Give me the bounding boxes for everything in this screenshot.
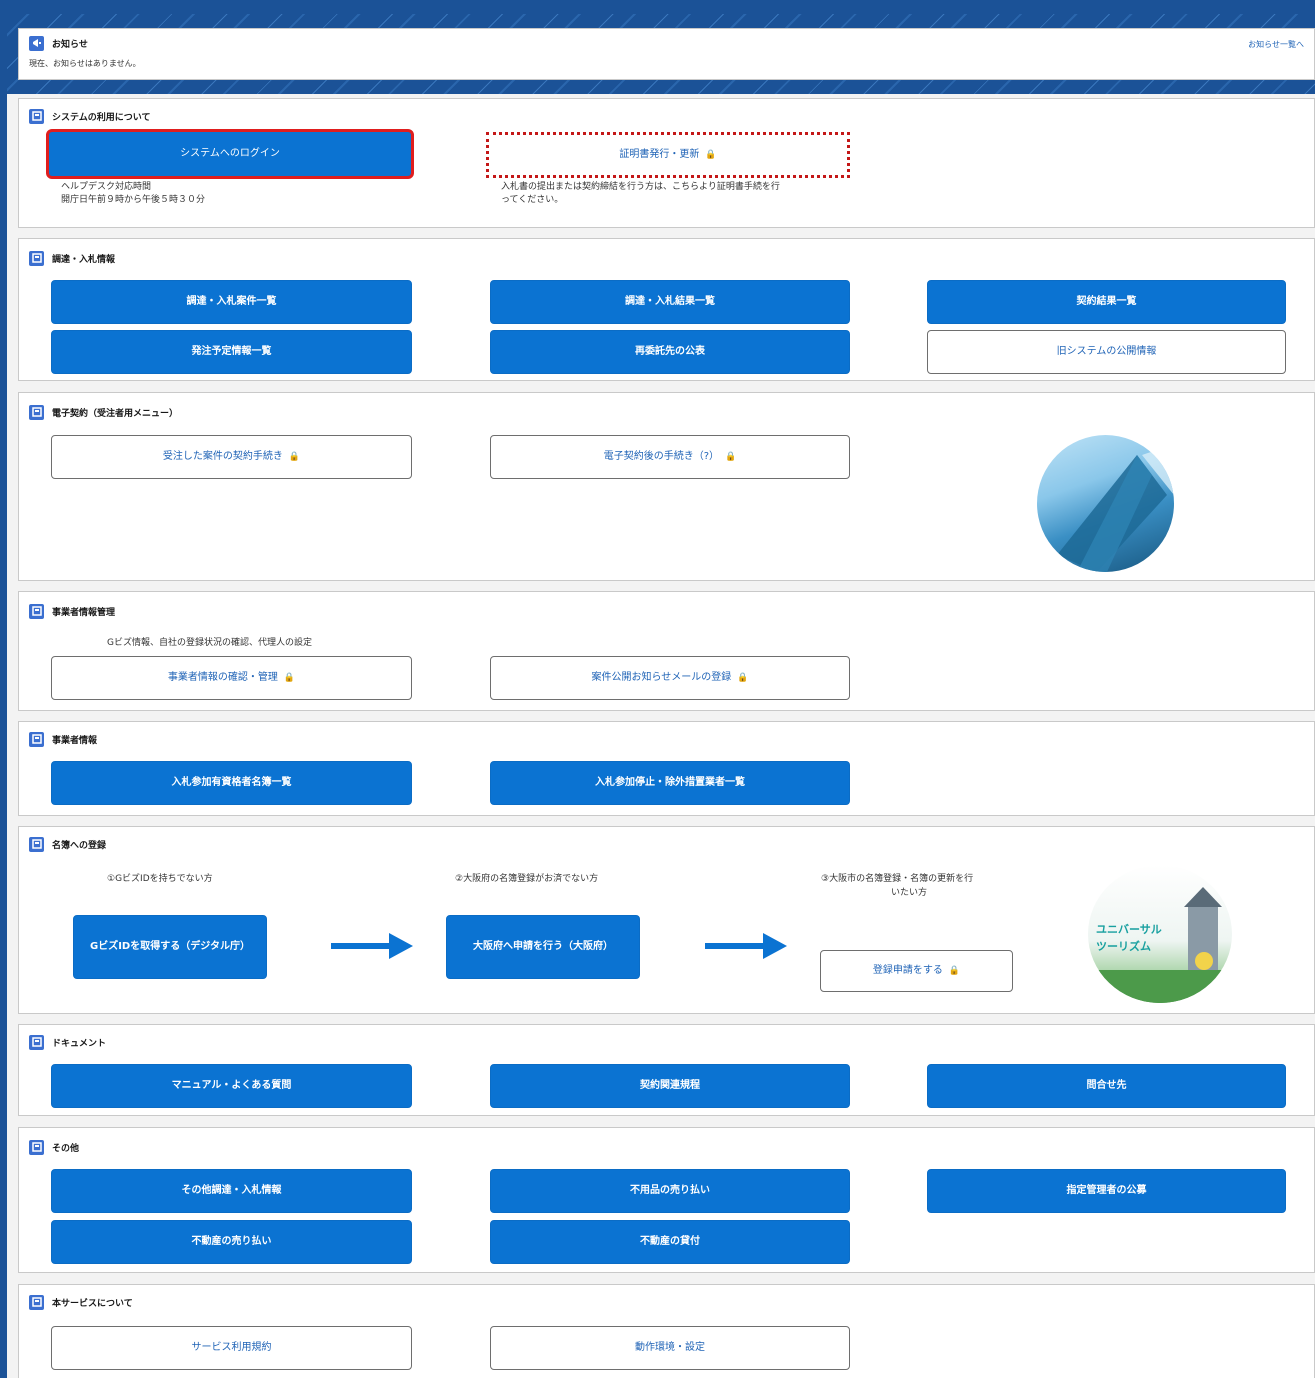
real-estate-lease-button[interactable]: 不動産の貸付 (490, 1220, 850, 1264)
section-icon (29, 1139, 44, 1155)
terms-of-service-button[interactable]: サービス利用規約 (51, 1326, 412, 1370)
section-icon (29, 250, 44, 266)
environment-settings-button[interactable]: 動作環境・設定 (490, 1326, 850, 1370)
section-system-header: システムの利用について (29, 108, 150, 124)
step2-label: ②大阪府の名簿登録がお済でない方 (455, 874, 599, 884)
notice-mail-register-button[interactable]: 案件公開お知らせメールの登録 🔒 (490, 656, 850, 700)
suspended-bidders-button[interactable]: 入札参加停止・除外措置業者一覧 (490, 761, 850, 805)
certificate-note-line1: 入札書の提出または契約締結を行う方は、こちらより証明書手続を行 (501, 182, 780, 192)
notice-card: お知らせ 現在、お知らせはありません。 お知らせ一覧へ (18, 28, 1315, 80)
step3-label-line1: ③大阪市の名簿登録・名簿の更新を行 (821, 874, 974, 884)
business-management-description: Gビズ情報、自社の登録状況の確認、代理人の設定 (107, 638, 312, 648)
real-estate-sale-button[interactable]: 不動産の売り払い (51, 1220, 412, 1264)
arrow-right-icon (705, 933, 787, 959)
contract-rules-button[interactable]: 契約関連規程 (490, 1064, 850, 1108)
post-econtract-button[interactable]: 電子契約後の手続き（?） 🔒 (490, 435, 850, 479)
section-icon (29, 1294, 44, 1310)
building-photo (1037, 435, 1174, 572)
promo-text-line2: ツーリズム (1096, 940, 1151, 953)
section-procurement: 調達・入札情報 調達・入札案件一覧 調達・入札結果一覧 契約結果一覧 発注予定情… (18, 238, 1315, 381)
lock-icon: 🔒 (737, 672, 749, 683)
section-business-info-header: 事業者情報 (29, 731, 97, 747)
manual-faq-button[interactable]: マニュアル・よくある質問 (51, 1064, 412, 1108)
business-info-manage-label: 事業者情報の確認・管理 (167, 672, 278, 683)
section-procurement-title: 調達・入札情報 (52, 254, 116, 265)
step1-label: ①GビズIDを持ちでない方 (107, 874, 213, 884)
lock-icon: 🔒 (283, 672, 296, 683)
section-business-management-title: 事業者情報管理 (52, 607, 116, 618)
section-business-management-header: 事業者情報管理 (29, 603, 115, 619)
procurement-results-button[interactable]: 調達・入札結果一覧 (490, 280, 850, 324)
received-contract-label: 受注した案件の契約手続き (162, 451, 283, 462)
post-econtract-label: 電子契約後の手続き（?） (603, 451, 720, 462)
procurement-list-button[interactable]: 調達・入札案件一覧 (51, 280, 412, 324)
subcontract-disclosure-button[interactable]: 再委託先の公表 (490, 330, 850, 374)
contact-button[interactable]: 問合せ先 (927, 1064, 1286, 1108)
section-about-header: 本サービスについて (29, 1294, 133, 1310)
notice-list-link[interactable]: お知らせ一覧へ (1248, 39, 1304, 50)
other-procurement-button[interactable]: その他調達・入札情報 (51, 1169, 412, 1213)
section-others-header: その他 (29, 1139, 79, 1155)
designated-manager-button[interactable]: 指定管理者の公募 (927, 1169, 1286, 1213)
lock-icon: 🔒 (705, 149, 717, 160)
universal-tourism-image: ユニバーサル ツーリズム (1088, 865, 1232, 1003)
section-business-management: 事業者情報管理 Gビズ情報、自社の登録状況の確認、代理人の設定 事業者情報の確認… (18, 591, 1315, 711)
section-others: その他 その他調達・入札情報 不用品の売り払い 指定管理者の公募 不動産の売り払… (18, 1127, 1315, 1273)
section-others-title: その他 (52, 1143, 80, 1154)
lock-icon: 🔒 (288, 451, 301, 462)
qualified-bidders-button[interactable]: 入札参加有資格者名簿一覧 (51, 761, 412, 805)
section-system-title: システムの利用について (52, 112, 151, 123)
helpdesk-hours: 開庁日午前９時から午後５時３０分 (61, 195, 206, 205)
order-schedule-button[interactable]: 発注予定情報一覧 (51, 330, 412, 374)
registry-apply-button[interactable]: 登録申請をする 🔒 (820, 950, 1013, 992)
top-frame (0, 0, 1315, 14)
section-about: 本サービスについて サービス利用規約 動作環境・設定 (18, 1284, 1315, 1378)
section-icon (29, 731, 44, 747)
contract-results-button[interactable]: 契約結果一覧 (927, 280, 1286, 324)
arrow-right-icon (331, 933, 413, 959)
helpdesk-title: ヘルプデスク対応時間 (61, 182, 152, 192)
surplus-sale-button[interactable]: 不用品の売り払い (490, 1169, 850, 1213)
gbiz-id-button[interactable]: GビズIDを取得する（デジタル庁） (73, 915, 267, 979)
section-documents-header: ドキュメント (29, 1034, 106, 1050)
section-registry-header: 名簿への登録 (29, 836, 106, 852)
lock-icon: 🔒 (948, 965, 961, 976)
section-business-info: 事業者情報 入札参加有資格者名簿一覧 入札参加停止・除外措置業者一覧 (18, 721, 1315, 816)
section-econtract-title: 電子契約（受注者用メニュー） (52, 408, 179, 419)
section-icon (29, 108, 44, 124)
notice-header: お知らせ (29, 35, 88, 51)
notice-icon (29, 35, 44, 51)
legacy-system-button[interactable]: 旧システムの公開情報 (927, 330, 1286, 374)
promo-text-line1: ユニバーサル (1096, 923, 1162, 936)
notice-message: 現在、お知らせはありません。 (29, 59, 141, 68)
section-business-info-title: 事業者情報 (52, 735, 98, 746)
section-procurement-header: 調達・入札情報 (29, 250, 115, 266)
section-registry-title: 名簿への登録 (52, 840, 107, 851)
section-econtract: 電子契約（受注者用メニュー） 受注した案件の契約手続き 🔒 電子契約後の手続き（?… (18, 392, 1315, 581)
login-button[interactable]: システムへのログイン (46, 129, 414, 179)
section-system: システムの利用について システムへのログイン ヘルプデスク対応時間 開庁日午前９… (18, 98, 1315, 228)
section-icon (29, 1034, 44, 1050)
section-documents: ドキュメント マニュアル・よくある質問 契約関連規程 問合せ先 (18, 1024, 1315, 1116)
section-icon (29, 603, 44, 619)
certificate-button[interactable]: 証明書発行・更新 🔒 (486, 132, 850, 178)
left-frame (0, 0, 7, 1378)
step3-label-line2: いたい方 (891, 888, 928, 898)
notice-mail-register-label: 案件公開お知らせメールの登録 (591, 672, 732, 683)
section-about-title: 本サービスについて (52, 1298, 133, 1309)
lock-icon: 🔒 (725, 451, 737, 462)
section-econtract-header: 電子契約（受注者用メニュー） (29, 404, 178, 420)
section-registry: 名簿への登録 ①GビズIDを持ちでない方 GビズIDを取得する（デジタル庁） ②… (18, 826, 1315, 1014)
notice-title: お知らせ (52, 39, 88, 50)
registry-apply-label: 登録申請をする (872, 965, 943, 976)
certificate-note-line2: ってください。 (501, 195, 564, 205)
osaka-pref-apply-button[interactable]: 大阪府へ申請を行う（大阪府） (446, 915, 640, 979)
section-documents-title: ドキュメント (52, 1038, 107, 1049)
received-contract-button[interactable]: 受注した案件の契約手続き 🔒 (51, 435, 412, 479)
section-icon (29, 404, 44, 420)
certificate-button-label: 証明書発行・更新 (619, 149, 700, 160)
section-icon (29, 836, 44, 852)
business-info-manage-button[interactable]: 事業者情報の確認・管理 🔒 (51, 656, 412, 700)
